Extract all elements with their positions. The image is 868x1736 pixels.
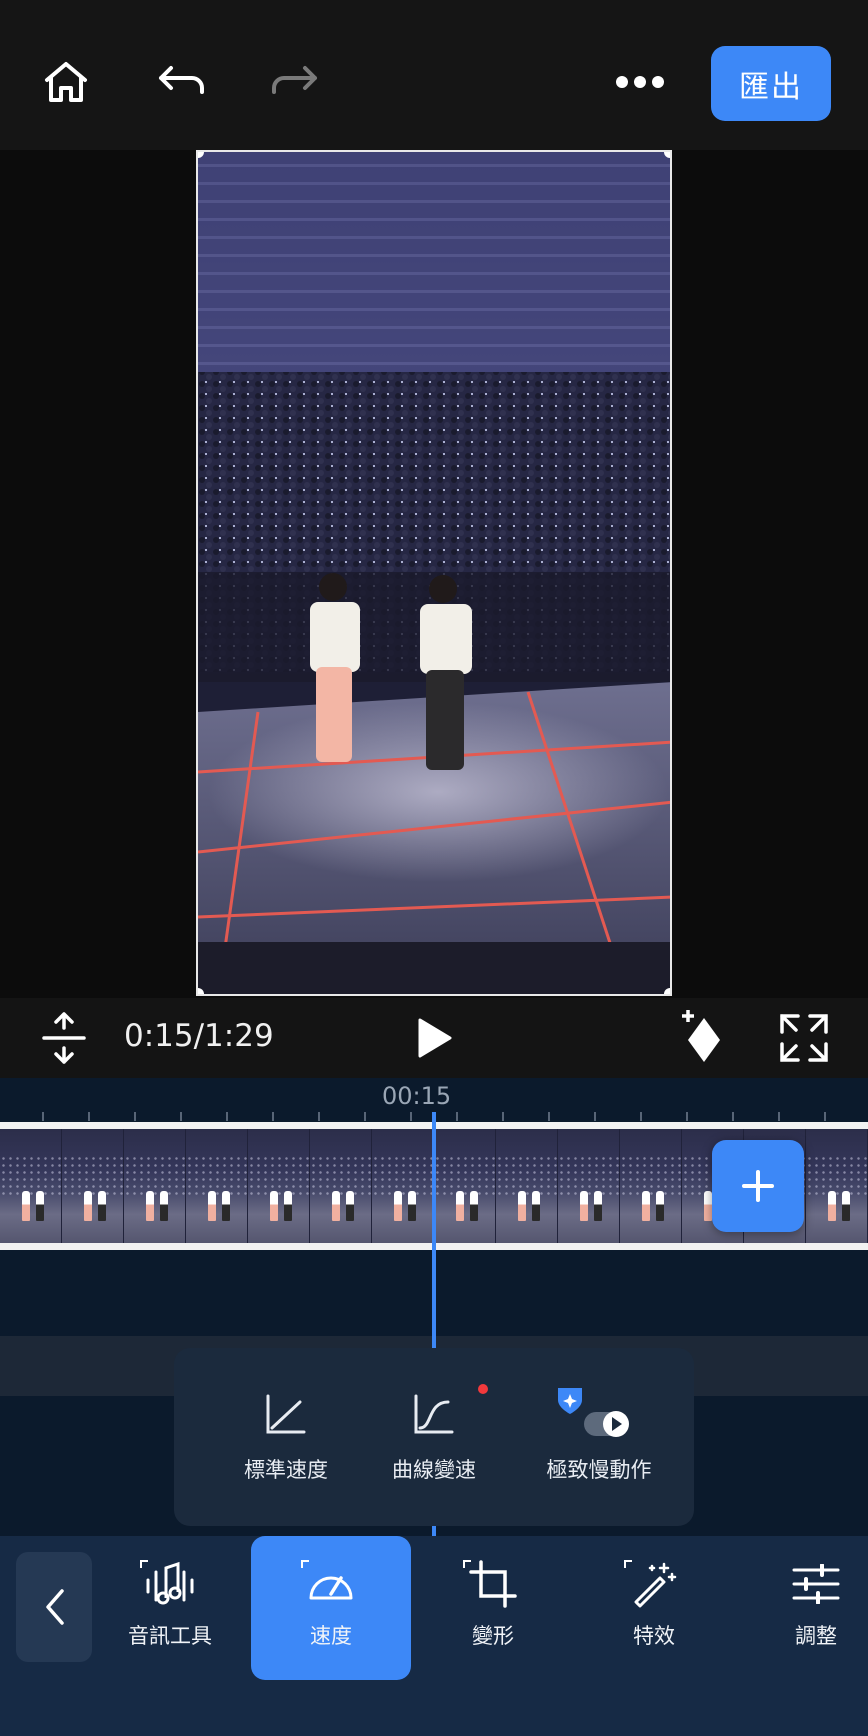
ruler-tick [226,1112,228,1121]
ruler-tick [640,1112,642,1121]
split-vertical-icon[interactable] [40,1012,88,1068]
chevron-left-icon [46,1589,64,1625]
corner-mark [140,1560,148,1568]
ruler-tick [42,1112,44,1121]
ruler-tick [502,1112,504,1121]
ruler-time-label: 00:15 [382,1082,452,1110]
normal-speed-label: 標準速度 [244,1458,328,1482]
tool-audio-label: 音訊工具 [128,1624,212,1648]
add-keyframe-icon[interactable] [676,1010,726,1072]
ruler-tick [824,1112,826,1121]
redo-icon[interactable] [262,50,326,114]
corner-mark [463,1560,471,1568]
play-icon[interactable] [414,1016,454,1064]
audio-tools-icon [90,1554,250,1614]
clip-thumbnail [310,1129,372,1243]
curve-speed-icon [354,1386,514,1442]
clip-thumbnail [124,1129,186,1243]
ruler-tick [594,1112,596,1121]
crop-icon [413,1554,573,1614]
tool-audio[interactable]: 音訊工具 [90,1536,250,1680]
tool-effects[interactable]: 特效 [574,1536,734,1680]
sliders-icon [736,1554,868,1614]
clip-thumbnail [434,1129,496,1243]
clip-thumbnail [620,1129,682,1243]
ruler-tick [732,1112,734,1121]
tool-transform[interactable]: 變形 [413,1536,573,1680]
clip-thumbnail [558,1129,620,1243]
tool-effects-label: 特效 [633,1624,675,1648]
time-display: 0:15/1:29 [124,1018,274,1054]
normal-speed-icon [206,1386,366,1442]
resize-handle[interactable] [664,988,670,994]
clip-thumbnail [0,1129,62,1243]
ruler-tick [778,1112,780,1121]
back-button[interactable] [16,1552,92,1662]
clip-thumbnail [62,1129,124,1243]
slow-motion-label: 極致慢動作 [546,1458,652,1482]
normal-speed-option[interactable]: 標準速度 [206,1386,366,1484]
ruler-tick [134,1112,136,1121]
ruler-tick [272,1112,274,1121]
magic-wand-icon [574,1554,734,1614]
home-icon[interactable] [34,50,98,114]
corner-mark [301,1560,309,1568]
playback-bar: 0:15/1:29 [0,998,868,1078]
tool-speed[interactable]: 速度 [251,1536,411,1680]
fullscreen-icon[interactable] [780,1014,828,1066]
more-icon[interactable] [608,50,672,114]
clip-thumbnail [806,1129,868,1243]
tool-transform-label: 變形 [472,1624,514,1648]
ruler-tick [364,1112,366,1121]
speedometer-icon [251,1554,411,1614]
top-bar: 匯出 [0,0,868,150]
clip-thumbnail [186,1129,248,1243]
clip-thumbnail [248,1129,310,1243]
video-preview [0,150,868,998]
curve-speed-label: 曲線變速 [392,1458,476,1482]
clip-thumbnail [372,1129,434,1243]
speed-menu: 標準速度 曲線變速 極致慢動作 [174,1348,694,1526]
new-badge [478,1384,488,1394]
tool-adjust[interactable]: 調整 [736,1536,868,1680]
ruler-tick [318,1112,320,1121]
bottom-toolbar: 音訊工具 速度 變形 特效 調整 [0,1536,868,1736]
concert-image [198,152,670,994]
ruler-tick [686,1112,688,1121]
ruler-tick [88,1112,90,1121]
ruler-tick [456,1112,458,1121]
undo-icon[interactable] [150,50,214,114]
add-clip-button[interactable] [712,1140,804,1232]
plus-icon [742,1170,774,1202]
corner-mark [624,1560,632,1568]
slow-motion-toggle-icon [514,1386,684,1442]
tool-adjust-label: 調整 [795,1624,837,1648]
clip-thumbnail [496,1129,558,1243]
curve-speed-option[interactable]: 曲線變速 [354,1384,514,1484]
ruler-tick [410,1112,412,1121]
video-frame[interactable] [196,150,672,996]
ruler-tick [548,1112,550,1121]
export-button[interactable]: 匯出 [711,46,831,121]
tool-speed-label: 速度 [310,1624,352,1648]
slow-motion-option[interactable]: 極致慢動作 [514,1386,684,1484]
ruler-tick [180,1112,182,1121]
